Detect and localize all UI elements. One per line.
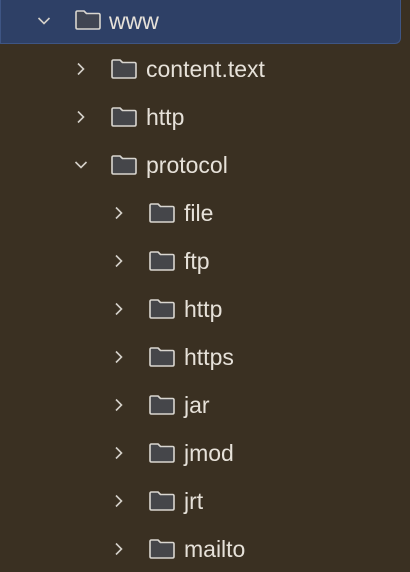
chevron-right-icon[interactable] (112, 302, 126, 316)
folder-icon (148, 538, 176, 560)
chevron-right-icon[interactable] (112, 350, 126, 364)
tree-item-label: http (146, 104, 185, 130)
tree-item-https[interactable]: https (0, 334, 410, 380)
tree-item-jmod[interactable]: jmod (0, 430, 410, 476)
chevron-right-icon[interactable] (112, 494, 126, 508)
tree-item-label: jar (184, 392, 210, 418)
folder-icon (74, 9, 102, 31)
chevron-right-icon[interactable] (112, 446, 126, 460)
tree-item-label: http (184, 296, 223, 322)
chevron-right-icon[interactable] (112, 206, 126, 220)
tree-item-mailto[interactable]: mailto (0, 526, 410, 572)
tree-item-http[interactable]: http (0, 94, 410, 140)
tree-item-label: jmod (184, 440, 234, 466)
tree-item-label: protocol (146, 152, 228, 178)
tree-item-jrt[interactable]: jrt (0, 478, 410, 524)
tree-item-jar[interactable]: jar (0, 382, 410, 428)
chevron-right-icon[interactable] (112, 542, 126, 556)
tree-item-content-text[interactable]: content.text (0, 46, 410, 92)
tree-item-label: file (184, 200, 214, 226)
tree-item-label: www (109, 8, 159, 34)
tree-item-label: jrt (184, 488, 204, 514)
tree-item-protocol[interactable]: protocol (0, 142, 410, 188)
folder-icon (148, 250, 176, 272)
folder-icon (110, 154, 138, 176)
folder-icon (110, 58, 138, 80)
tree-item-label: mailto (184, 536, 246, 562)
tree-item-www[interactable]: www (0, 0, 401, 44)
tree-item-label: ftp (184, 248, 210, 274)
chevron-right-icon[interactable] (74, 110, 88, 124)
tree-item-ftp[interactable]: ftp (0, 238, 410, 284)
folder-icon (148, 490, 176, 512)
folder-icon (148, 298, 176, 320)
tree-item-label: content.text (146, 56, 265, 82)
chevron-down-icon[interactable] (37, 14, 51, 28)
folder-icon (148, 346, 176, 368)
folder-icon (110, 106, 138, 128)
chevron-right-icon[interactable] (74, 62, 88, 76)
chevron-down-icon[interactable] (74, 158, 88, 172)
tree-item-label: https (184, 344, 234, 370)
folder-icon (148, 394, 176, 416)
tree-item-http[interactable]: http (0, 286, 410, 332)
project-tree: www content.text http protocol file ftp … (0, 0, 410, 572)
folder-icon (148, 442, 176, 464)
chevron-right-icon[interactable] (112, 254, 126, 268)
folder-icon (148, 202, 176, 224)
tree-item-file[interactable]: file (0, 190, 410, 236)
chevron-right-icon[interactable] (112, 398, 126, 412)
